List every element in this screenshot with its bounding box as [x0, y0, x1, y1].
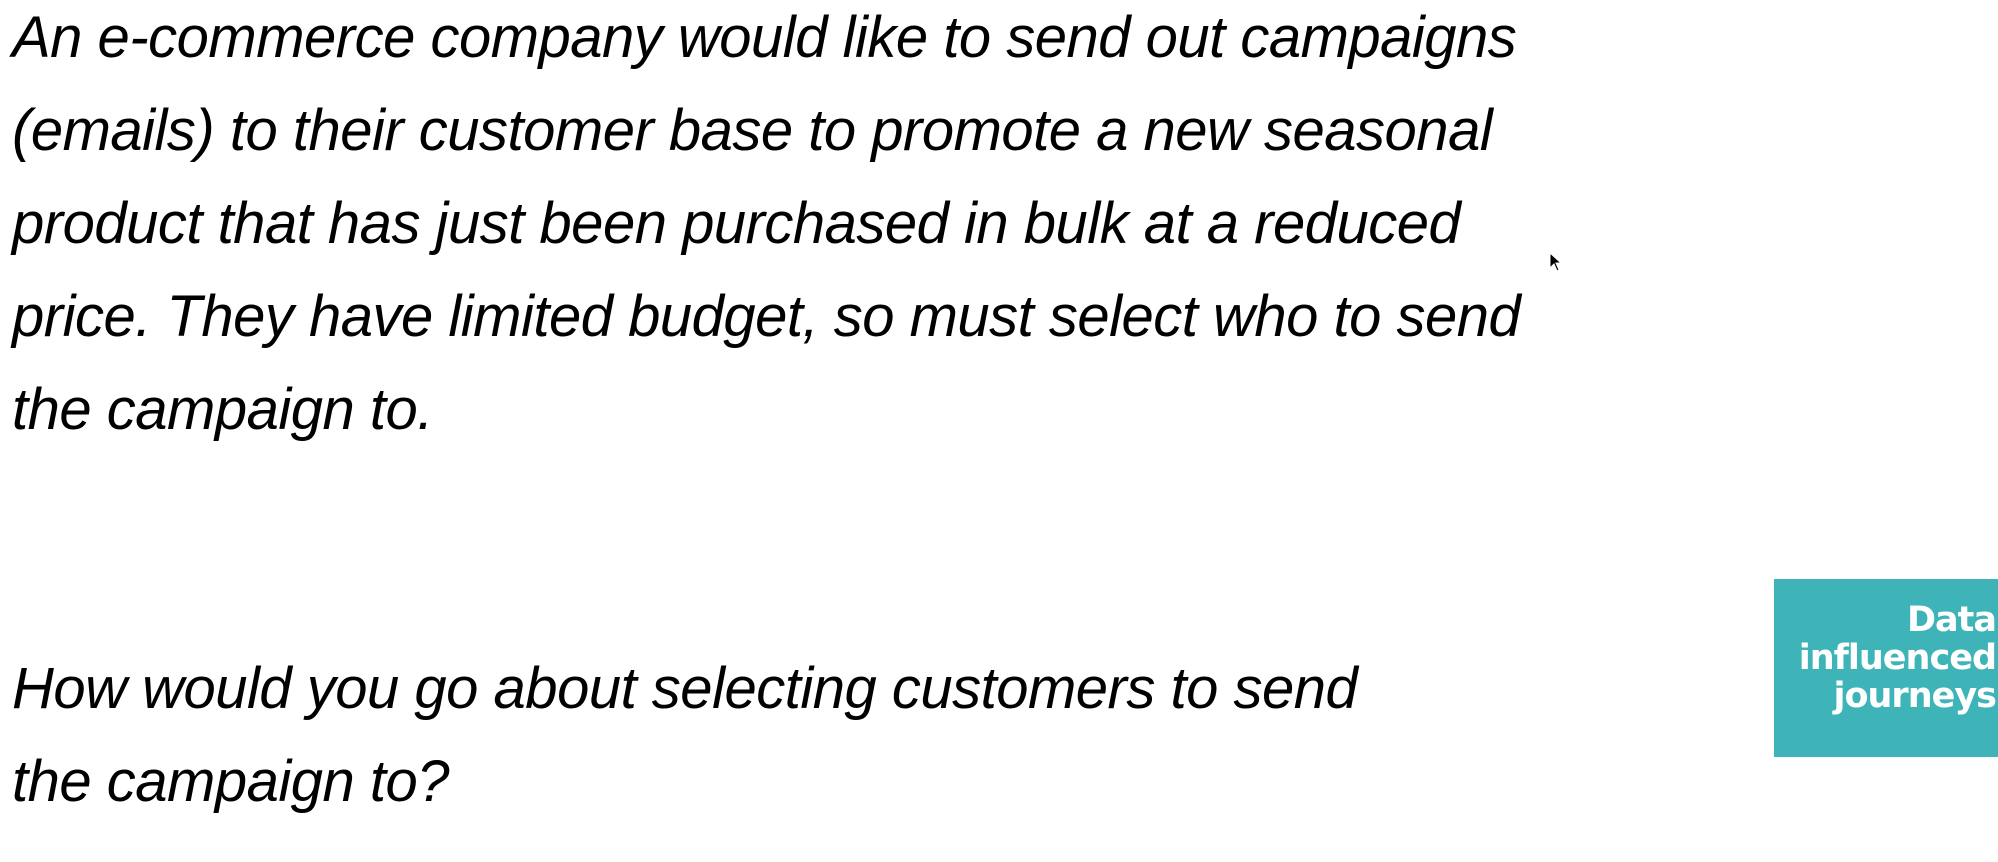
logo: Data influenced journeys	[1774, 579, 1998, 757]
mouse-cursor-icon	[1549, 252, 1563, 272]
paragraph1-line: product that has just been purchased in …	[12, 191, 1461, 256]
paragraph1-line: the campaign to.	[12, 377, 433, 442]
logo-line: influenced	[1798, 638, 1997, 678]
slide-body: An e-commerce company would like to send…	[12, 0, 1521, 828]
logo-line: journeys	[1833, 676, 1997, 716]
paragraph1-line: (emails) to their customer base to promo…	[12, 98, 1493, 163]
question-line: the campaign to?	[12, 749, 449, 814]
paragraph1-line: price. They have limited budget, so must…	[12, 284, 1521, 349]
logo-text: Data influenced journeys	[1798, 600, 1997, 716]
logo-line: Data	[1906, 600, 1997, 640]
paragraph1-line: An e-commerce company would like to send…	[12, 5, 1517, 70]
question-line: How would you go about selecting custome…	[12, 656, 1358, 721]
